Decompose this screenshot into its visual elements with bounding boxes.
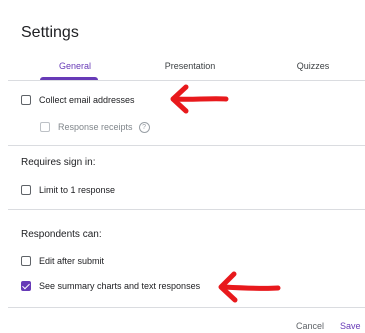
response-receipts-label: Response receipts <box>58 122 133 132</box>
annotation-arrow-icon <box>170 84 229 114</box>
footer-divider <box>8 307 365 308</box>
edit-after-submit-checkbox[interactable] <box>21 256 31 266</box>
annotation-arrow-icon <box>218 271 281 303</box>
respondents-section-title: Respondents can: <box>21 229 102 240</box>
see-summary-checkbox[interactable] <box>21 281 31 291</box>
section-divider-2 <box>8 209 365 210</box>
dialog-title: Settings <box>21 24 79 41</box>
collect-email-checkbox[interactable] <box>21 95 31 105</box>
response-receipts-checkbox <box>40 122 50 132</box>
settings-tabs: General Presentation Quizzes <box>0 52 365 81</box>
cancel-button[interactable]: Cancel <box>296 321 324 331</box>
limit-one-row[interactable]: Limit to 1 response <box>21 182 115 198</box>
tab-general[interactable]: General <box>40 61 110 71</box>
tab-quizzes[interactable]: Quizzes <box>278 61 348 71</box>
limit-one-label: Limit to 1 response <box>39 185 116 195</box>
response-receipts-row: Response receipts ? <box>40 119 150 135</box>
edit-after-submit-label: Edit after submit <box>39 256 105 266</box>
tabs-divider <box>8 80 365 81</box>
limit-one-checkbox[interactable] <box>21 185 31 195</box>
help-icon[interactable]: ? <box>138 121 150 133</box>
save-button[interactable]: Save <box>340 321 361 331</box>
sign-in-section-title: Requires sign in: <box>21 157 96 168</box>
settings-dialog: Settings General Presentation Quizzes Co… <box>0 0 365 333</box>
edit-after-submit-row[interactable]: Edit after submit <box>21 253 104 269</box>
section-divider-1 <box>8 145 365 146</box>
see-summary-label: See summary charts and text responses <box>39 281 201 291</box>
collect-email-label: Collect email addresses <box>39 95 135 105</box>
see-summary-row[interactable]: See summary charts and text responses <box>21 278 200 294</box>
collect-email-row[interactable]: Collect email addresses <box>21 92 135 108</box>
tab-presentation[interactable]: Presentation <box>150 61 230 71</box>
